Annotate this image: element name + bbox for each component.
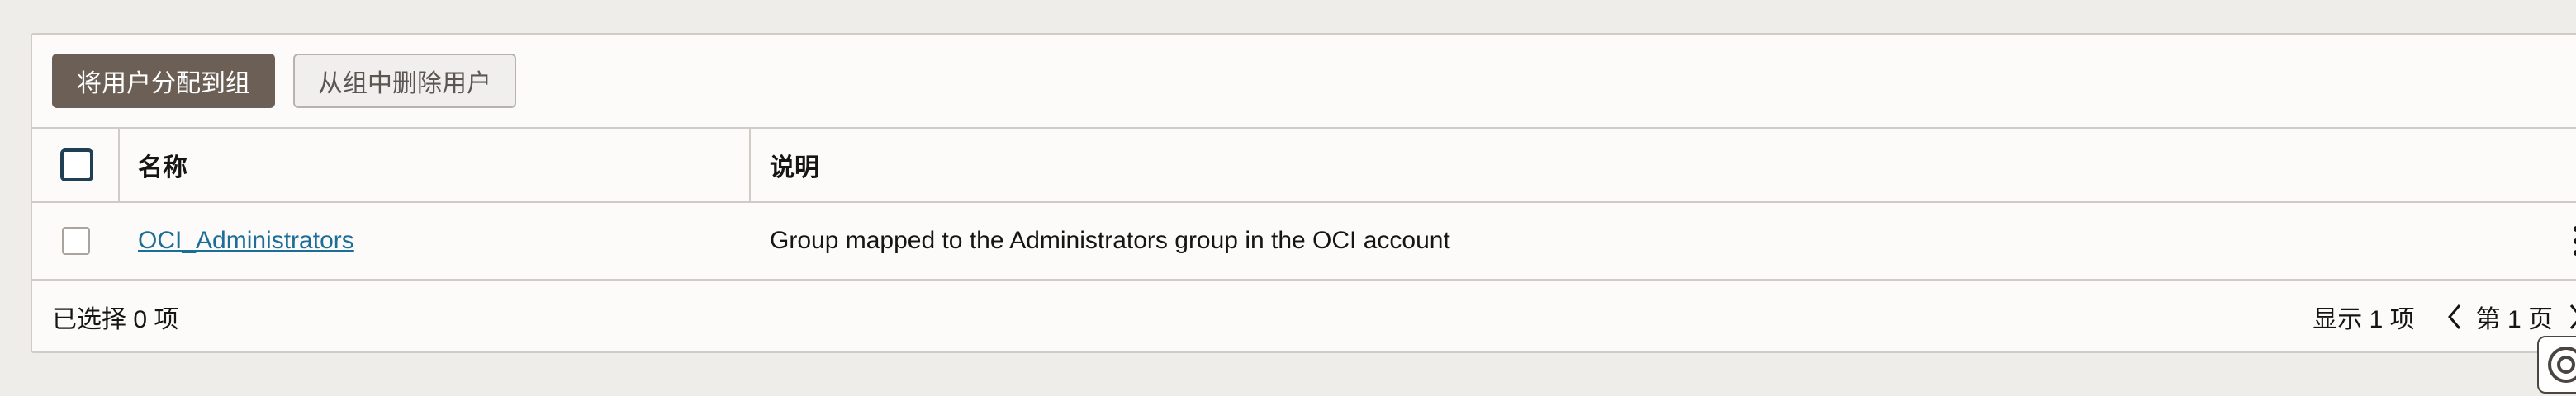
toolbar: 将用户分配到组 从组中删除用户 xyxy=(32,35,2576,127)
pagination: 显示 1 项 第 1 页 xyxy=(2313,299,2576,335)
kebab-menu-icon[interactable] xyxy=(2568,226,2576,256)
column-divider xyxy=(749,129,751,201)
group-membership-panel: 将用户分配到组 从组中删除用户 名称 说明 OCI_Administrators… xyxy=(31,33,2576,353)
table-footer: 已选择 0 项 显示 1 项 第 1 页 xyxy=(32,280,2576,353)
row-select-checkbox[interactable] xyxy=(62,227,90,255)
chevron-left-icon[interactable] xyxy=(2440,300,2469,333)
assign-user-to-group-button[interactable]: 将用户分配到组 xyxy=(52,54,275,108)
table-row: OCI_Administrators Group mapped to the A… xyxy=(32,203,2576,280)
selected-count: 已选择 0 项 xyxy=(52,306,179,333)
showing-count: 显示 1 项 xyxy=(2313,306,2415,333)
group-name-link[interactable]: OCI_Administrators xyxy=(138,227,354,255)
page-indicator: 第 1 页 xyxy=(2475,306,2553,333)
groups-table: 名称 说明 OCI_Administrators Group mapped to… xyxy=(32,127,2576,353)
column-header-description[interactable]: 说明 xyxy=(770,147,819,183)
group-description: Group mapped to the Administrators group… xyxy=(770,227,1450,254)
chevron-right-icon[interactable] xyxy=(2561,300,2576,333)
select-all-checkbox[interactable] xyxy=(60,148,93,182)
column-divider xyxy=(118,129,120,201)
remove-user-from-group-button[interactable]: 从组中删除用户 xyxy=(293,54,516,108)
help-icon[interactable] xyxy=(2537,336,2576,394)
column-header-name[interactable]: 名称 xyxy=(138,147,187,183)
table-header: 名称 说明 xyxy=(32,127,2576,203)
